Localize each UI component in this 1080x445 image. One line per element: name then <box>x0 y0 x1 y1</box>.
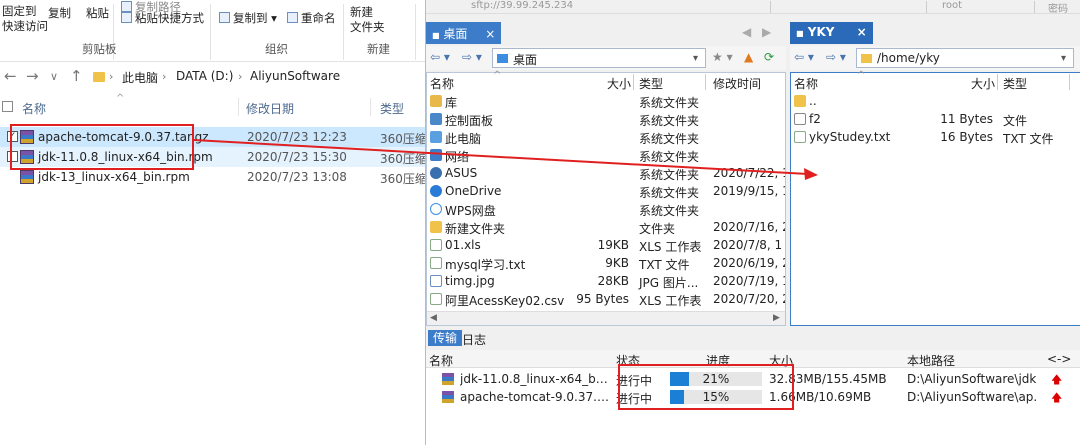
annotation-arrow-head <box>804 168 818 180</box>
annotation-arrow <box>193 139 818 180</box>
annotation-arrow-line <box>193 139 809 175</box>
